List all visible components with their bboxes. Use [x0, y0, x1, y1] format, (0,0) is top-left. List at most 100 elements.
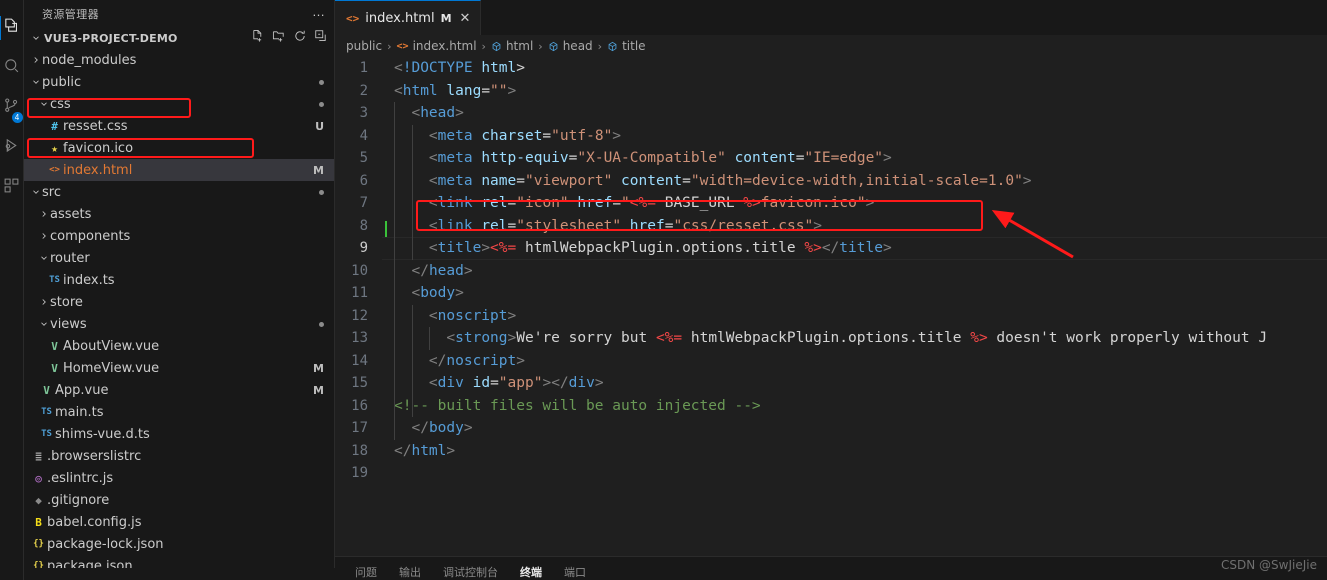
tree-item-label: src [42, 184, 61, 200]
tree-item-label: App.vue [55, 382, 109, 398]
tree-file-eslintrc-js[interactable]: ◎ .eslintrc.js [24, 467, 334, 489]
indent-guide [411, 192, 413, 215]
code-line[interactable]: 5 <meta http-equiv="X-UA-Compatible" con… [335, 147, 1327, 170]
tree-file-resset-css[interactable]: # resset.css U [24, 115, 334, 137]
breadcrumb-item-index-html[interactable]: <> index.html [397, 39, 477, 53]
close-icon[interactable]: ✕ [460, 12, 471, 25]
tree-file-favicon-ico[interactable]: ★ favicon.ico [24, 137, 334, 159]
refresh-icon[interactable] [293, 29, 307, 48]
tree-folder-components[interactable]: components [24, 225, 334, 247]
indent-guide [394, 102, 395, 125]
line-number: 10 [351, 262, 368, 279]
activity-bar-item-search[interactable] [0, 48, 24, 88]
tree-folder-css[interactable]: css [24, 93, 334, 115]
activity-bar-item-source-control[interactable]: 4 [0, 88, 24, 128]
code-line[interactable]: 19 [335, 462, 1327, 485]
tree-file-browserslistrc[interactable]: ≣ .browserslistrc [24, 445, 334, 467]
git-status-badge: M [313, 383, 324, 397]
code-line[interactable]: 18 </html> [335, 440, 1327, 463]
tree-file-aboutview-vue[interactable]: V AboutView.vue [24, 335, 334, 357]
tab-index-html[interactable]: <> index.html M ✕ [335, 0, 482, 35]
panel-tab-问题[interactable]: 问题 [355, 564, 377, 580]
code-line[interactable]: 7 <link rel="icon" href="<%= BASE_URL %>… [335, 192, 1327, 215]
activity-bar-item-explorer[interactable] [0, 8, 24, 48]
code-line[interactable]: 17 </body> [335, 417, 1327, 440]
tree-folder-public[interactable]: public [24, 71, 334, 93]
tree-item-label: node_modules [42, 52, 137, 68]
code-line[interactable]: 12 <noscript> [335, 304, 1327, 327]
tree-file-gitignore[interactable]: ◆ .gitignore [24, 489, 334, 511]
indent-guide [394, 372, 395, 395]
chevron-down-icon[interactable] [38, 253, 50, 263]
code-line[interactable]: 13 <strong>We're sorry but <%= htmlWebpa… [335, 327, 1327, 350]
tree-folder-store[interactable]: store [24, 291, 334, 313]
code-line[interactable]: 14 </noscript> [335, 349, 1327, 372]
code-line-text: <link rel="stylesheet" href="css/resset.… [428, 217, 822, 234]
panel-tab-终端[interactable]: 终端 [520, 564, 542, 580]
tree-folder-views[interactable]: views [24, 313, 334, 335]
line-number: 14 [351, 352, 368, 369]
chevron-right-icon[interactable] [30, 55, 42, 65]
tree-file-main-ts[interactable]: TS main.ts [24, 401, 334, 423]
tree-file-babel-config-js[interactable]: Bbabel.config.js [24, 511, 334, 533]
tree-item-label: views [50, 316, 87, 332]
tree-file-shims-vue-d-ts[interactable]: TS shims-vue.d.ts [24, 423, 334, 445]
chevron-down-icon[interactable] [38, 319, 50, 329]
code-line-text: <!-- built files will be auto injected -… [394, 397, 761, 414]
line-number: 7 [359, 195, 368, 212]
tree-folder-node-modules[interactable]: node_modules [24, 49, 334, 71]
breadcrumb-item-html[interactable]: html [491, 39, 533, 53]
code-line[interactable]: 15 <div id="app"></div> [335, 372, 1327, 395]
code-line[interactable]: 4 <meta charset="utf-8"> [335, 124, 1327, 147]
activity-bar-item-run-and-debug[interactable] [0, 128, 24, 168]
indent-guide [394, 237, 395, 260]
activity-bar-item-extensions[interactable] [0, 168, 24, 208]
tree-file-app-vue[interactable]: V App.vue M [24, 379, 334, 401]
file-tree[interactable]: node_modulespublic css # resset.css U ★ favico… [24, 49, 334, 580]
symbol-field-icon [491, 41, 502, 52]
code-line[interactable]: 3 <head> [335, 102, 1327, 125]
line-number: 1 [359, 60, 368, 77]
json-file-icon: {} [33, 539, 44, 549]
tree-file-index-html[interactable]: <> index.html M [24, 159, 334, 181]
breadcrumb-item-title[interactable]: title [607, 39, 646, 53]
chevron-right-icon[interactable] [38, 297, 50, 307]
code-line[interactable]: 10 </head> [335, 259, 1327, 282]
chevron-down-icon[interactable] [30, 77, 42, 87]
code-line[interactable]: 6 <meta name="viewport" content="width=d… [335, 169, 1327, 192]
workspace-root-row[interactable]: VUE3-PROJECT-DEMO [24, 27, 334, 49]
breadcrumb[interactable]: public › <> index.html › html › head › title [335, 35, 1327, 57]
new-folder-icon[interactable] [272, 29, 286, 48]
panel-tab-端口[interactable]: 端口 [564, 564, 586, 580]
chevron-down-icon[interactable] [30, 187, 42, 197]
tree-item-label: css [50, 96, 71, 112]
line-number: 12 [351, 307, 368, 324]
indent-guide [411, 349, 413, 372]
code-line[interactable]: 1 <!DOCTYPE html> [335, 57, 1327, 80]
image-file-icon: ★ [51, 141, 58, 155]
breadcrumb-separator: › [387, 39, 392, 53]
collapse-all-icon[interactable] [314, 29, 328, 48]
code-line[interactable]: 16 <!-- built files will be auto injected… [335, 394, 1327, 417]
panel-tab-调试控制台[interactable]: 调试控制台 [443, 564, 498, 580]
code-line[interactable]: 11 <body> [335, 282, 1327, 305]
chevron-right-icon[interactable] [38, 231, 50, 241]
bottom-panel-tabs[interactable]: 问题 输出 调试控制台 终端 端口 [335, 556, 1327, 580]
code-editor[interactable]: 1 <!DOCTYPE html> 2 <html lang=""> 3 <head> 4… [335, 57, 1327, 580]
explorer-more-actions-button[interactable]: … [312, 5, 326, 21]
chevron-down-icon[interactable] [38, 99, 50, 109]
chevron-right-icon[interactable] [38, 209, 50, 219]
breadcrumb-item-head[interactable]: head [548, 39, 593, 53]
tree-folder-src[interactable]: src [24, 181, 334, 203]
code-line[interactable]: 9 <title><%= htmlWebpackPlugin.options.t… [335, 237, 1327, 260]
tree-file-package-lock-json[interactable]: {} package-lock.json [24, 533, 334, 555]
code-line[interactable]: 8 <link rel="stylesheet" href="css/resse… [335, 214, 1327, 238]
panel-tab-输出[interactable]: 输出 [399, 564, 421, 580]
new-file-icon[interactable] [251, 29, 265, 48]
tree-file-index-ts[interactable]: TS index.ts [24, 269, 334, 291]
tree-file-homeview-vue[interactable]: V HomeView.vue M [24, 357, 334, 379]
code-line[interactable]: 2 <html lang=""> [335, 80, 1327, 103]
tree-folder-router[interactable]: router [24, 247, 334, 269]
breadcrumb-item-public[interactable]: public [346, 39, 382, 53]
tree-folder-assets[interactable]: assets [24, 203, 334, 225]
